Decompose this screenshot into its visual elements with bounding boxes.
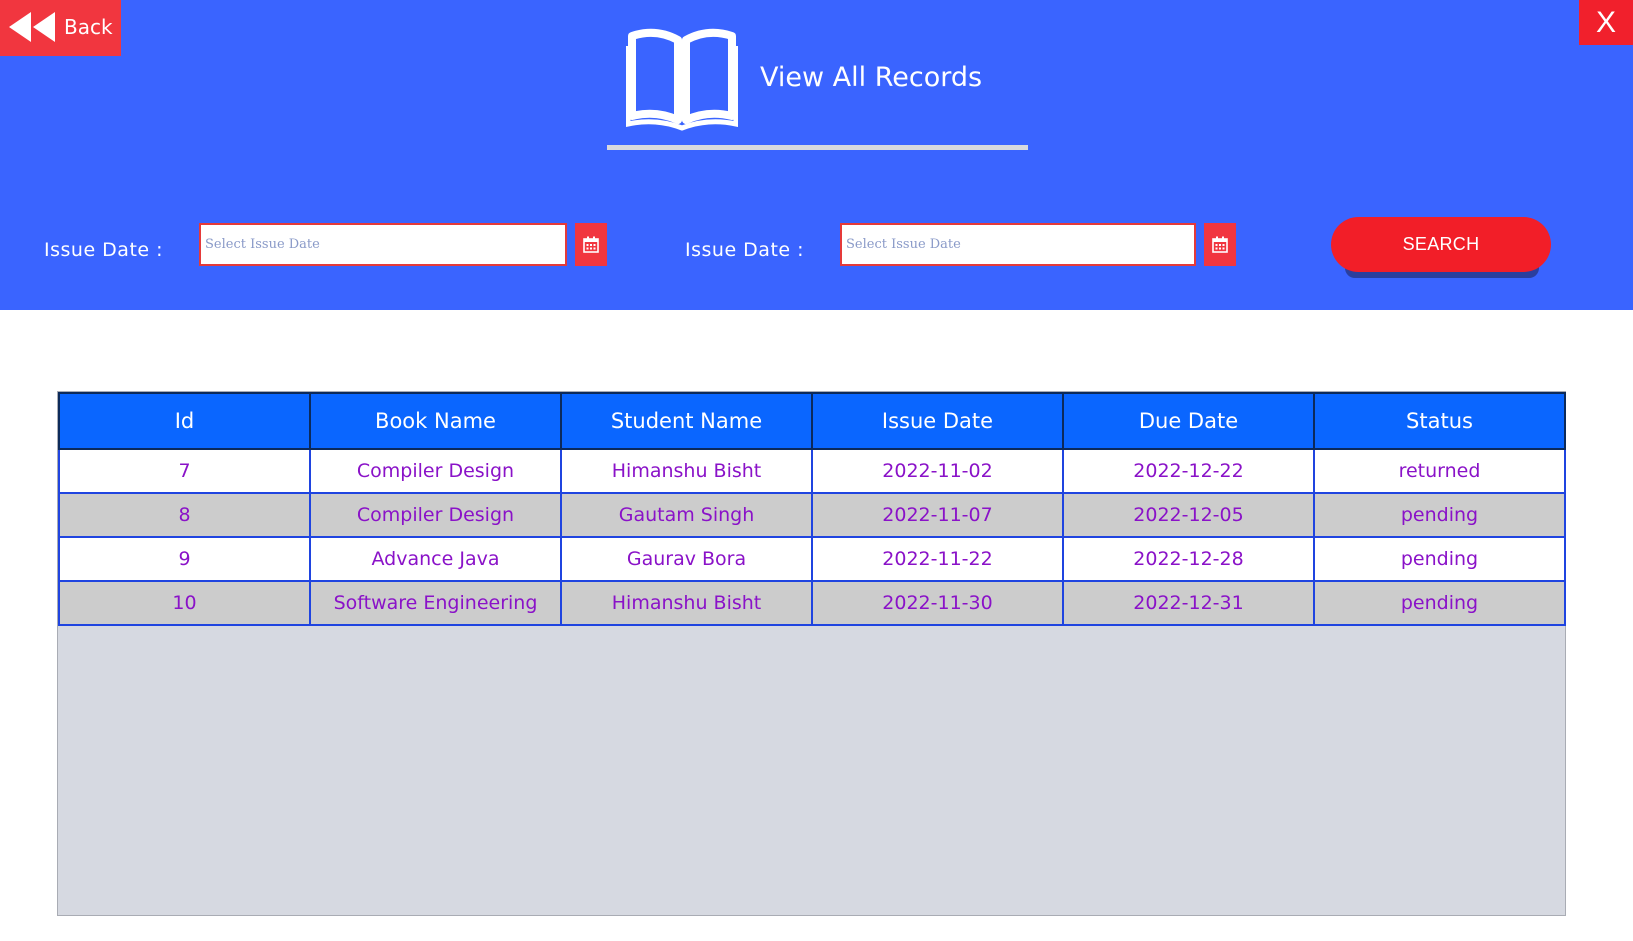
cell-due-date: 2022-12-28 — [1062, 536, 1315, 582]
cell-due-date: 2022-12-31 — [1062, 580, 1315, 626]
cell-due-date: 2022-12-05 — [1062, 492, 1315, 538]
cell-id: 8 — [58, 492, 311, 538]
cell-student-name: Himanshu Bisht — [560, 448, 813, 494]
records-table-container[interactable]: Id Book Name Student Name Issue Date Due… — [57, 391, 1566, 916]
cell-status: pending — [1313, 580, 1566, 626]
cell-due-date: 2022-12-22 — [1062, 448, 1315, 494]
cell-status: pending — [1313, 536, 1566, 582]
rewind-icon — [9, 12, 55, 42]
column-header-status[interactable]: Status — [1313, 392, 1566, 450]
cell-issue-date: 2022-11-30 — [811, 580, 1064, 626]
column-header-due-date[interactable]: Due Date — [1062, 392, 1315, 450]
cell-status: returned — [1313, 448, 1566, 494]
column-header-book-name[interactable]: Book Name — [309, 392, 562, 450]
records-table: Id Book Name Student Name Issue Date Due… — [58, 392, 1566, 626]
cell-issue-date: 2022-11-07 — [811, 492, 1064, 538]
table-row[interactable]: 8 Compiler Design Gautam Singh 2022-11-0… — [58, 492, 1566, 538]
calendar-icon — [1212, 236, 1228, 253]
cell-book-name: Compiler Design — [309, 492, 562, 538]
issue-date-from-input[interactable] — [199, 223, 567, 266]
issue-date-to-input[interactable] — [840, 223, 1196, 266]
cell-student-name: Gaurav Bora — [560, 536, 813, 582]
cell-student-name: Himanshu Bisht — [560, 580, 813, 626]
issue-date-label: Issue Date : — [685, 239, 805, 261]
table-row[interactable]: 9 Advance Java Gaurav Bora 2022-11-22 20… — [58, 536, 1566, 582]
issue-date-to-calendar-button[interactable] — [1204, 223, 1236, 266]
calendar-icon — [583, 236, 599, 253]
cell-issue-date: 2022-11-02 — [811, 448, 1064, 494]
cell-status: pending — [1313, 492, 1566, 538]
column-header-issue-date[interactable]: Issue Date — [811, 392, 1064, 450]
close-button[interactable]: X — [1579, 0, 1633, 45]
cell-id: 9 — [58, 536, 311, 582]
cell-student-name: Gautam Singh — [560, 492, 813, 538]
column-header-id[interactable]: Id — [58, 392, 311, 450]
table-header-row: Id Book Name Student Name Issue Date Due… — [58, 392, 1566, 450]
header-panel: Back X View All Records Issue Date : Iss… — [0, 0, 1633, 310]
issue-date-from-calendar-button[interactable] — [575, 223, 607, 266]
table-row[interactable]: 10 Software Engineering Himanshu Bisht 2… — [58, 580, 1566, 626]
cell-id: 7 — [58, 448, 311, 494]
cell-book-name: Compiler Design — [309, 448, 562, 494]
cell-id: 10 — [58, 580, 311, 626]
cell-book-name: Advance Java — [309, 536, 562, 582]
title-underline — [607, 145, 1028, 150]
column-header-student-name[interactable]: Student Name — [560, 392, 813, 450]
cell-book-name: Software Engineering — [309, 580, 562, 626]
back-button[interactable]: Back — [0, 0, 121, 56]
search-button[interactable]: SEARCH — [1331, 217, 1551, 272]
table-row[interactable]: 7 Compiler Design Himanshu Bisht 2022-11… — [58, 448, 1566, 494]
open-book-icon — [626, 28, 738, 131]
issue-date-label: Issue Date : — [44, 239, 164, 261]
cell-issue-date: 2022-11-22 — [811, 536, 1064, 582]
page-title: View All Records — [760, 62, 983, 93]
back-label: Back — [64, 15, 113, 39]
